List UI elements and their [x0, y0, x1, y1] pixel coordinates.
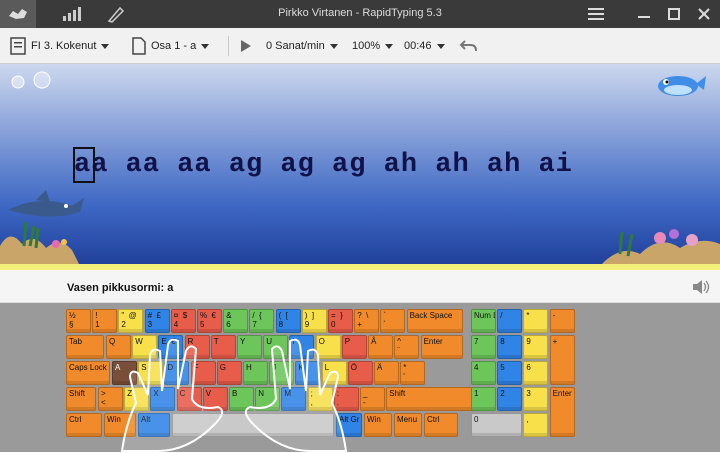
key-row1: " @ 2 [118, 309, 144, 333]
keyboard-area: ½ §! 1 " @ 2 # £ 3 ¤ $ 4% € 5 & 6/ { 7( [ 8)… [0, 303, 720, 452]
numpad-key: , [523, 413, 549, 437]
numpad-key: 9 [523, 335, 549, 359]
chevron-down-icon [201, 43, 210, 49]
numpad-key: 2 [497, 387, 523, 411]
timer-selector[interactable]: 00:46 [404, 28, 445, 64]
chevron-down-icon [101, 43, 110, 49]
close-icon[interactable] [690, 0, 718, 28]
key-row2: ^ ¨ [394, 335, 420, 359]
title-bar: Pirkko Virtanen - RapidTyping 5.3 [0, 0, 720, 28]
text-cursor [73, 147, 95, 183]
bubbles-icon [11, 71, 51, 89]
course-selector[interactable]: FI 3. Kokenut [10, 28, 110, 64]
key-row1: ¤ $ 4 [170, 309, 196, 333]
key-row1: = } 0 [328, 309, 353, 333]
chevron-down-icon [385, 43, 394, 49]
key-row1: ½ § [66, 309, 91, 333]
shark-reef-icon [0, 190, 84, 266]
key-row4: Shift [386, 387, 477, 411]
toolbar: FI 3. Kokenut Osa 1 - a 0 Sanat/min 100%… [0, 28, 720, 64]
whale-icon [658, 76, 706, 96]
key-row3: Ä [374, 361, 399, 385]
numpad-key: 3 [523, 387, 549, 411]
key-row5: Win [364, 413, 392, 437]
course-label: FI 3. Kokenut [31, 40, 97, 52]
minimize-icon[interactable] [630, 0, 658, 28]
zoom-label: 100% [352, 40, 381, 52]
window-title: Pirkko Virtanen - RapidTyping 5.3 [278, 7, 442, 19]
key-row2: Å [368, 335, 393, 359]
hands-icon [120, 338, 348, 452]
coral-icon [600, 229, 720, 266]
key-row3: Caps Lock [66, 361, 110, 385]
numpad-key: Num Lock [471, 309, 496, 333]
numpad-key: 6 [523, 361, 549, 385]
key-row4: Shift [66, 387, 96, 411]
key-row1: ) ] 9 [301, 309, 327, 333]
maximize-icon[interactable] [660, 0, 688, 28]
chevron-down-icon [329, 43, 338, 49]
key-row5: Ctrl [424, 413, 458, 437]
numpad-key: Enter [549, 387, 575, 437]
numpad-key: 0 [471, 413, 523, 437]
chevron-down-icon [436, 43, 445, 49]
key-row1: ` ´ [380, 309, 406, 333]
numpad-key: - [549, 309, 575, 333]
speaker-icon[interactable] [692, 279, 710, 295]
lesson-area: aa aa aa ag ag ag ah ah ah ai [0, 64, 720, 266]
key-row1: ! 1 [92, 309, 118, 333]
key-row3: Ö [347, 361, 373, 385]
document-icon [132, 37, 146, 55]
key-row2: Tab [66, 335, 104, 359]
key-row1: Back Space [406, 309, 463, 333]
key-row1: ? \ + [354, 309, 380, 333]
key-row5: Menu [394, 413, 422, 437]
play-icon [241, 40, 251, 52]
zoom-selector[interactable]: 100% [352, 28, 394, 64]
lesson-selector[interactable]: Osa 1 - a [132, 28, 210, 64]
play-button[interactable] [241, 28, 251, 64]
timer-label: 00:46 [404, 40, 432, 52]
key-row1: # £ 3 [144, 309, 170, 333]
hint-bar: Vasen pikkusormi: a [0, 270, 720, 303]
numpad-key: + [549, 335, 575, 385]
speed-selector[interactable]: 0 Sanat/min [266, 28, 338, 64]
numpad-key: 1 [471, 387, 496, 411]
numpad-key: 5 [497, 361, 523, 385]
undo-button[interactable] [459, 28, 477, 64]
key-row3: * ' [400, 361, 426, 385]
key-row5: Ctrl [66, 413, 102, 437]
key-row1: % € 5 [197, 309, 222, 333]
key-row2: Enter [420, 335, 463, 359]
key-row4: _ - [360, 387, 385, 411]
course-icon [10, 37, 26, 55]
numpad-key: / [497, 309, 523, 333]
numpad-key: 7 [471, 335, 496, 359]
numpad-key: 4 [471, 361, 496, 385]
key-row1: / { 7 [249, 309, 275, 333]
divider [228, 36, 229, 56]
key-row1: ( [ 8 [275, 309, 301, 333]
menu-icon[interactable] [582, 0, 610, 28]
lesson-text: aa aa aa ag ag ag ah ah ah ai [74, 150, 573, 180]
numpad-key: * [523, 309, 549, 333]
lesson-label: Osa 1 - a [151, 40, 197, 52]
speed-label: 0 Sanat/min [266, 40, 325, 52]
finger-hint: Vasen pikkusormi: a [67, 282, 174, 294]
numpad-key: 8 [497, 335, 523, 359]
undo-icon [459, 40, 477, 52]
key-row1: & 6 [223, 309, 249, 333]
